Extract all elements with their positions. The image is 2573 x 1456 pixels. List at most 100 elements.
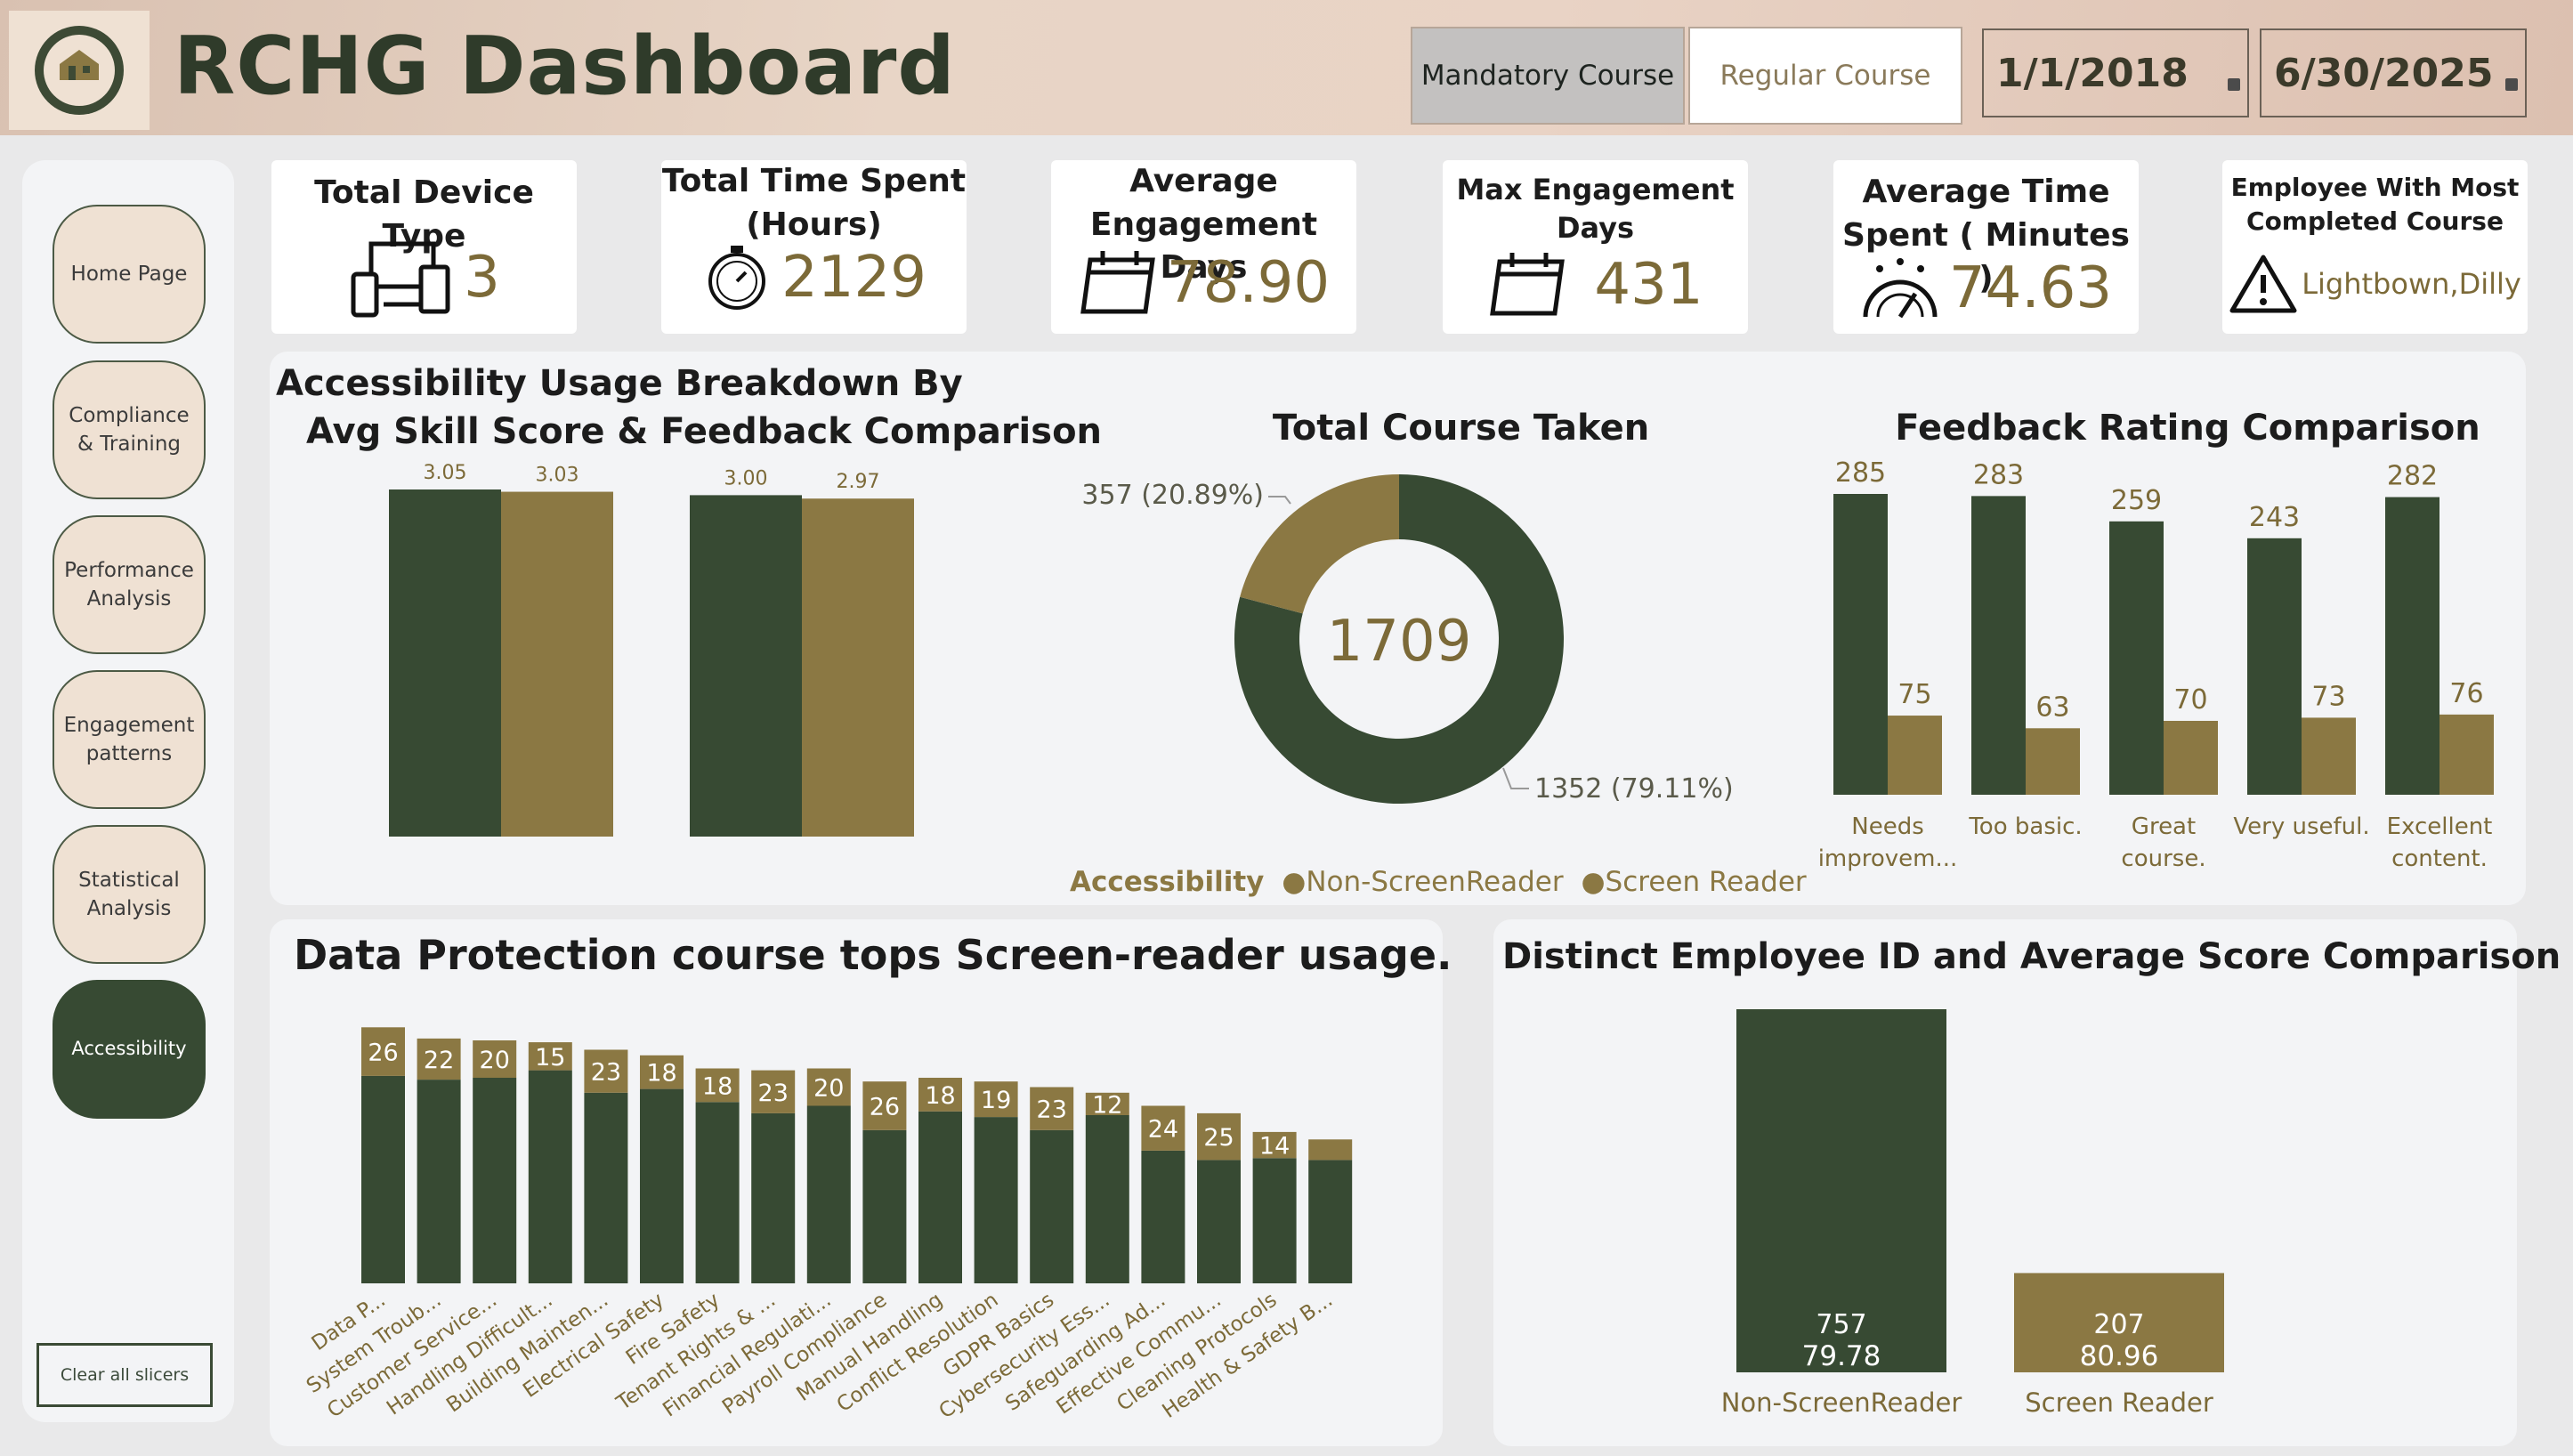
kpi-avg-engagement: Average Engagement Days 78.90 [1051,160,1356,334]
bar-non-screenreader [751,1112,796,1283]
category-label: Needs [1851,813,1924,840]
sidebar-item-accessibility[interactable]: Accessibility [53,980,206,1119]
bar-non-screenreader [690,495,802,837]
kpi-total-time: Total Time Spent (Hours) 2129 [661,160,967,334]
bar-screen-reader [2439,714,2494,795]
sidebar-item-statistical[interactable]: Statistical Analysis [53,825,206,964]
bar-non-screenreader [862,1129,907,1283]
count-label: 757 [1816,1309,1866,1340]
stopwatch-icon [708,246,766,310]
legend-item-screen-reader: Screen Reader [1605,866,1807,898]
bar-non-screenreader [417,1080,461,1283]
bar-screen-reader [2026,728,2080,795]
bar-screen-reader [2302,717,2356,795]
data-label: 282 [2387,461,2438,492]
mandatory-course-button[interactable]: Mandatory Course [1411,27,1685,125]
data-label: 76 [2449,678,2483,709]
calendar-icon[interactable] [2505,78,2518,91]
regular-course-button[interactable]: Regular Course [1688,27,1962,125]
chart-title-feedback: Feedback Rating Comparison [1895,408,2480,449]
kpi-title: Max Engagement Days [1456,173,1735,246]
donut-total: 1709 [1327,609,1472,675]
data-label: 23 [591,1059,621,1087]
speedometer-icon [1863,258,1938,319]
bar-non-screenreader [974,1117,1018,1283]
data-label: 75 [1897,679,1931,710]
bar-non-screenreader [2109,521,2164,795]
sidebar-item-performance[interactable]: Performance Analysis [53,515,206,654]
calendar-icon [1490,253,1566,316]
bar-non-screenreader [2247,538,2302,795]
data-label: 243 [2249,502,2300,533]
calendar-icon[interactable] [2228,78,2240,91]
header-bar: RCHG Dashboard Mandatory Course Regular … [0,0,2573,135]
sidebar-item-home[interactable]: Home Page [53,205,206,344]
sidebar: Home Page Compliance & Training Performa… [22,160,234,1422]
bar-non-screenreader [1197,1160,1241,1283]
end-date-input[interactable]: 6/30/2025 [2260,28,2527,117]
data-label: 259 [2111,485,2162,516]
kpi-avg-time: Average Time Spent ( Minutes ) 74.63 [1833,160,2139,334]
kpi-value: 74.63 [1948,255,2113,321]
bar-non-screenreader [806,1105,851,1283]
category-label: Too basic. [1968,813,2082,840]
data-label: 3.03 [536,465,579,487]
bar-screen-reader [2164,720,2218,795]
bar-non-screenreader [695,1102,740,1283]
kpi-top-employee: Employee With Most Completed Course Ligh… [2222,160,2528,334]
kpi-title: Employee With Most Completed Course [2230,173,2520,236]
bar-non-screenreader [918,1111,962,1283]
category-label: Non-ScreenReader [1721,1387,1962,1415]
data-label: 18 [702,1072,732,1100]
data-label: 14 [1259,1133,1290,1161]
donut-label-non-screenreader: 1352 (79.11%) [1534,773,1734,805]
sidebar-item-label: Engagement patterns [63,713,195,765]
bar-non-screenreader [2385,497,2439,795]
data-label: 15 [535,1044,565,1072]
bar-non-screenreader [584,1092,628,1283]
data-label: 23 [1037,1096,1067,1124]
sidebar-item-label: Home Page [70,262,188,286]
data-label: 26 [870,1094,900,1121]
kpi-value: 431 [1594,252,1703,318]
data-label: 2.97 [837,471,880,493]
leader-line [1502,767,1529,789]
data-label: 283 [1973,459,2024,490]
legend-dot-gold: ● [1581,866,1606,898]
sidebar-item-label: Performance Analysis [64,558,194,611]
skill-feedback-chart: 3.05 3.03 3.00 2.97 [389,462,914,837]
sidebar-item-label: Accessibility [71,1038,187,1060]
legend-title: Accessibility [1070,866,1265,898]
category-label: course. [2121,845,2205,872]
count-label: 207 [2093,1309,2144,1340]
data-label: 70 [2173,684,2207,716]
bar-screen-reader [1888,716,1942,795]
data-label: 3.05 [424,462,467,484]
employee-score-chart: 75779.78 Non-ScreenReader 20780.96 Screen R… [1721,1009,2224,1415]
kpi-value: 3 [464,245,500,311]
bar-non-screenreader [1971,496,2026,795]
calendar-icon [1080,251,1155,314]
course-screenreader-chart: 26Data P...22System Troub...20Customer S… [303,1027,1353,1423]
data-label: 26 [368,1039,398,1067]
avg-score-label: 80.96 [2080,1340,2159,1372]
data-label: 24 [1148,1116,1178,1144]
warning-icon [2229,255,2297,313]
kpi-value: 2129 [781,245,926,311]
kpi-total-device: Total Device Type 3 [271,160,577,334]
data-label: 18 [925,1082,955,1110]
sidebar-item-engagement[interactable]: Engagement patterns [53,670,206,809]
category-label: Very useful. [2233,813,2369,840]
bar-screen-reader [802,498,914,837]
bar-non-screenreader [1085,1115,1129,1283]
bar-screen-reader [501,491,613,837]
leader-line [1268,496,1291,505]
kpi-max-engagement: Max Engagement Days 431 [1443,160,1748,334]
bar-non-screenreader [361,1075,405,1283]
start-date-input[interactable]: 1/1/2018 [1982,28,2249,117]
clear-slicers-button[interactable]: Clear all slicers [36,1343,213,1407]
data-label: 285 [1835,457,1886,489]
legend-item-non-screenreader: Non-ScreenReader [1306,866,1564,898]
bar-non-screenreader [389,489,501,837]
bar-screen-reader [1308,1139,1353,1161]
